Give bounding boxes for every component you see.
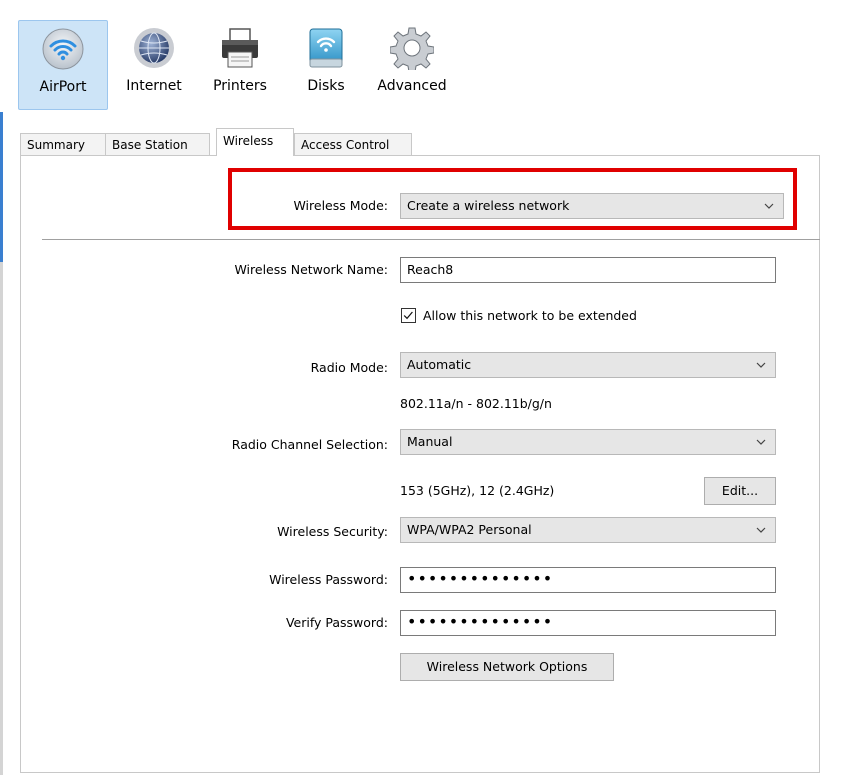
toolbar-item-label: AirPort [39, 79, 87, 95]
network-name-input[interactable]: Reach8 [400, 257, 776, 283]
globe-icon [134, 28, 174, 68]
chevron-down-icon [756, 362, 766, 368]
security-select[interactable]: WPA/WPA2 Personal [400, 517, 776, 543]
printer-icon [222, 28, 258, 68]
checkmark-icon [403, 311, 413, 320]
toolbar-item-advanced[interactable]: Advanced [370, 20, 454, 108]
airport-wifi-icon [42, 28, 84, 70]
tab-summary[interactable]: Summary [20, 133, 106, 156]
channel-label: Radio Channel Selection: [231, 437, 388, 452]
radio-mode-label: Radio Mode: [310, 360, 388, 375]
chevron-down-icon [756, 527, 766, 533]
toolbar-item-label: Disks [307, 78, 345, 94]
wireless-mode-highlight [228, 168, 797, 230]
radio-mode-select[interactable]: Automatic [400, 352, 776, 378]
channel-select[interactable]: Manual [400, 429, 776, 455]
toolbar-item-airport[interactable]: AirPort [18, 20, 108, 110]
toolbar-item-label: Advanced [377, 78, 447, 94]
allow-extend-label[interactable]: Allow this network to be extended [423, 308, 637, 323]
network-name-label: Wireless Network Name: [234, 262, 388, 277]
wireless-network-options-button[interactable]: Wireless Network Options [400, 653, 614, 681]
toolbar-item-label: Internet [126, 78, 182, 94]
security-value: WPA/WPA2 Personal [407, 522, 532, 537]
disk-icon [309, 28, 343, 68]
password-input[interactable]: •••••••••••••• [400, 567, 776, 593]
channel-value: Manual [407, 434, 453, 449]
gear-icon [390, 27, 434, 70]
tab-base-station[interactable]: Base Station [105, 133, 210, 156]
tab-access-control[interactable]: Access Control [294, 133, 412, 156]
radio-mode-value: Automatic [407, 357, 472, 372]
toolbar-item-label: Printers [213, 78, 267, 94]
verify-password-input[interactable]: •••••••••••••• [400, 610, 776, 636]
toolbar: AirPort Internet Printers Disks Advanced [10, 12, 840, 110]
edit-channel-button[interactable]: Edit... [704, 477, 776, 505]
allow-extend-checkbox[interactable] [401, 308, 416, 323]
section-divider [42, 239, 820, 240]
window-left-accent [0, 112, 3, 262]
password-label: Wireless Password: [269, 572, 388, 587]
toolbar-item-disks[interactable]: Disks [296, 20, 356, 108]
security-label: Wireless Security: [277, 524, 388, 539]
channel-info: 153 (5GHz), 12 (2.4GHz) [400, 483, 555, 498]
verify-label: Verify Password: [285, 615, 388, 630]
radio-mode-info: 802.11a/n - 802.11b/g/n [400, 396, 552, 411]
toolbar-item-printers[interactable]: Printers [206, 20, 274, 108]
chevron-down-icon [756, 439, 766, 445]
tab-wireless[interactable]: Wireless [216, 128, 294, 156]
toolbar-item-internet[interactable]: Internet [118, 20, 190, 108]
